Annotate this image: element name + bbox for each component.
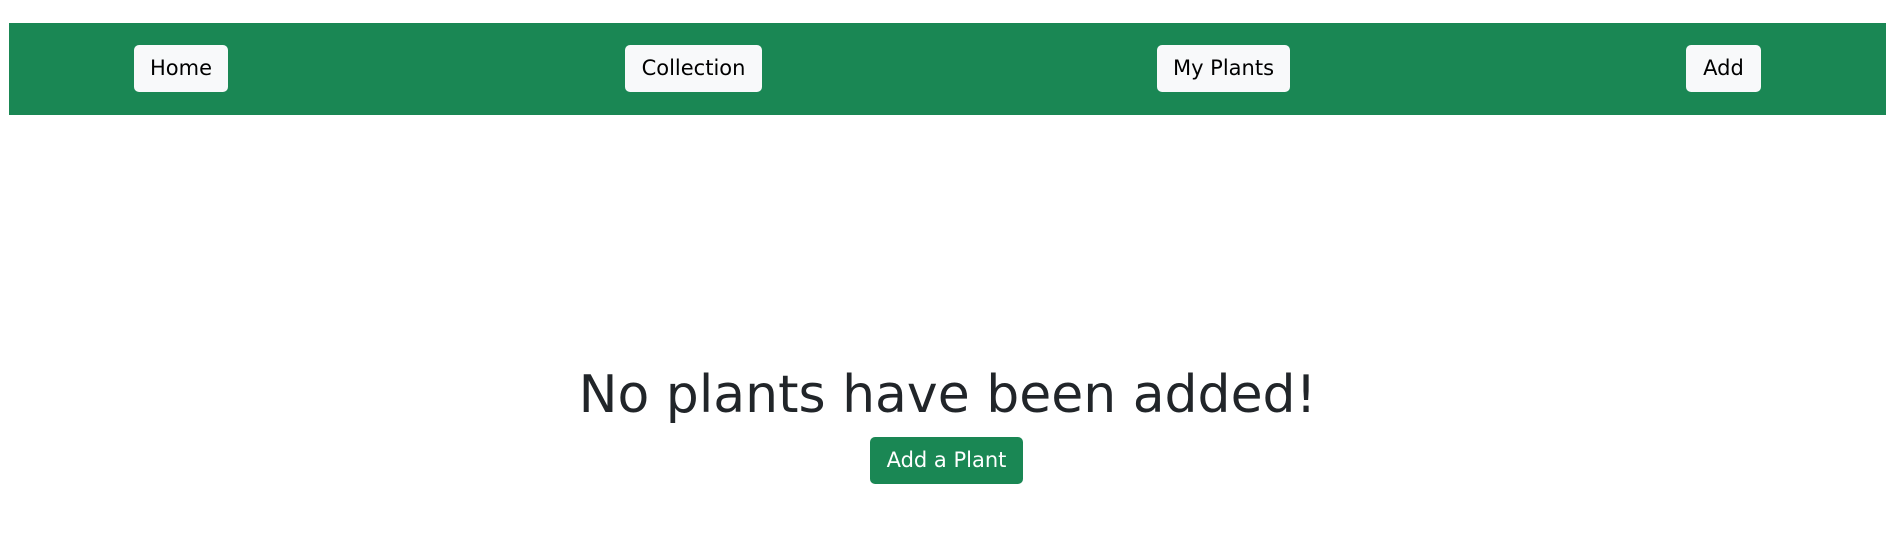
nav-collection-button[interactable]: Collection [625,45,762,92]
nav-add-button[interactable]: Add [1686,45,1761,92]
nav-my-plants-button[interactable]: My Plants [1157,45,1290,92]
empty-state-message: No plants have been added! [578,365,1317,425]
top-navbar: Home Collection My Plants Add [9,23,1886,115]
add-a-plant-button[interactable]: Add a Plant [870,437,1023,484]
page: Home Collection My Plants Add No plants … [0,0,1895,553]
nav-home-button[interactable]: Home [134,45,228,92]
